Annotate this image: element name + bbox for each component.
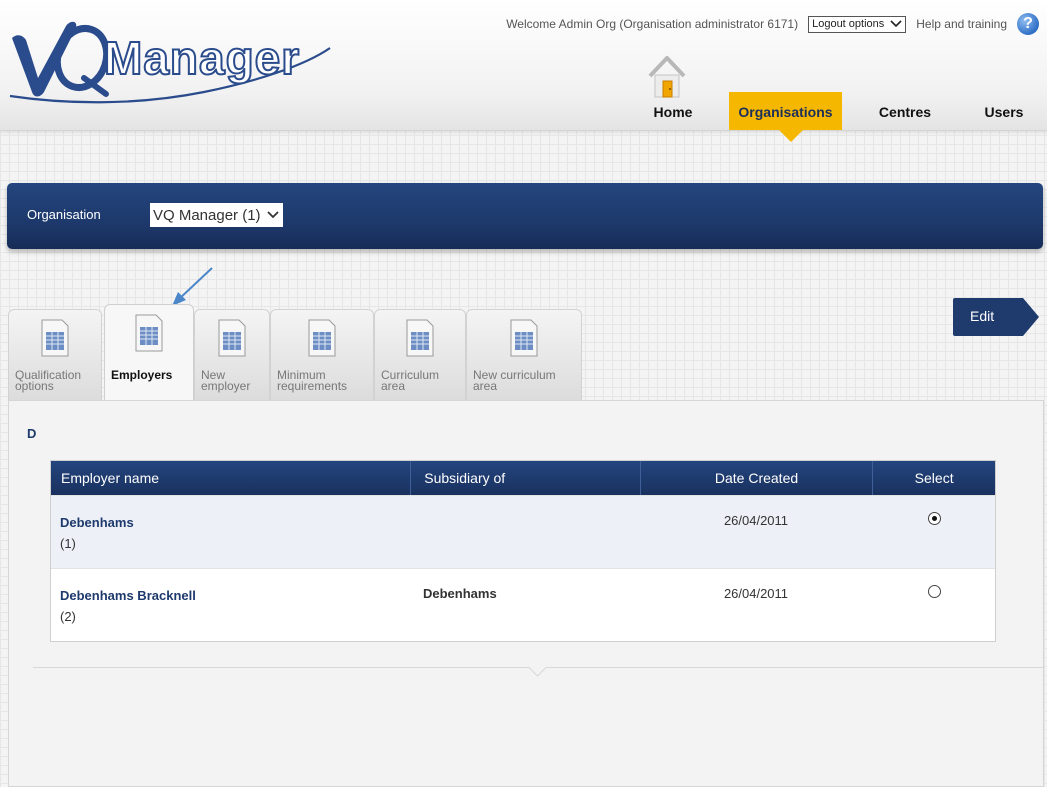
organisation-select[interactable]: VQ Manager (1): [150, 203, 283, 227]
tab-qualification-options[interactable]: Qualification options: [8, 309, 102, 400]
main-nav: Home Organisations Centres Users: [0, 92, 1047, 132]
date-created-value: 26/04/2011: [723, 586, 789, 601]
table-row[interactable]: Debenhams Bracknell (2) Debenhams 26/04/…: [51, 568, 995, 641]
tab-label-line1: Employers: [111, 368, 173, 382]
tab-label-line2: employer: [201, 379, 251, 393]
subsidiary-of-value: Debenhams: [423, 586, 497, 601]
nav-centres[interactable]: Centres: [866, 92, 944, 130]
letter-filter[interactable]: D: [27, 426, 36, 441]
edit-button-label: Edit: [970, 308, 995, 324]
employer-name-link[interactable]: Debenhams: [60, 515, 134, 530]
chevron-down-icon: [266, 211, 279, 219]
table-row[interactable]: Debenhams (1) 26/04/2011: [51, 495, 995, 568]
app-header: Manager Welcome Admin Org (Organisation …: [0, 0, 1047, 131]
tab-curriculum-area[interactable]: Curriculum area: [374, 309, 466, 400]
help-icon[interactable]: ?: [1017, 13, 1039, 35]
employer-name-link[interactable]: Debenhams Bracknell: [60, 588, 196, 603]
document-icon: [510, 319, 538, 357]
organisation-bar: Organisation VQ Manager (1): [7, 183, 1043, 249]
chevron-down-icon: [890, 20, 902, 28]
column-header-employer-name[interactable]: Employer name: [51, 461, 412, 495]
logout-options-label: Logout options: [812, 18, 885, 30]
tab-label-line2: area: [473, 379, 498, 393]
organisation-select-value: VQ Manager (1): [153, 206, 261, 224]
help-and-training-link[interactable]: Help and training: [916, 17, 1007, 31]
document-icon: [406, 319, 434, 357]
tab-label-line2: area: [381, 379, 406, 393]
document-icon: [41, 319, 69, 357]
tab-label-line2: requirements: [277, 379, 348, 393]
divider-notch: [528, 658, 547, 677]
column-header-select: Select: [914, 470, 954, 486]
employer-id: (2): [60, 609, 76, 624]
nav-users[interactable]: Users: [976, 92, 1032, 130]
tab-employers[interactable]: Employers: [104, 304, 194, 401]
column-header-subsidiary-of[interactable]: Subsidiary of: [411, 461, 641, 495]
employer-id: (1): [60, 536, 76, 551]
organisation-label: Organisation: [27, 207, 101, 222]
logout-options-select[interactable]: Logout options: [808, 15, 907, 33]
nav-home[interactable]: Home: [638, 92, 708, 130]
select-radio[interactable]: [928, 585, 941, 598]
date-created-value: 26/04/2011: [723, 513, 789, 528]
document-icon: [308, 319, 336, 357]
document-icon: [218, 319, 246, 357]
active-nav-indicator: [779, 130, 803, 142]
table-header: Employer name Subsidiary of Date Created…: [51, 461, 995, 495]
tab-new-curriculum-area[interactable]: New curriculum area: [466, 309, 582, 400]
welcome-text: Welcome Admin Org (Organisation administ…: [506, 17, 799, 31]
column-header-date-created[interactable]: Date Created: [641, 461, 874, 495]
tab-label-line2: options: [15, 379, 54, 393]
top-utility-bar: Welcome Admin Org (Organisation administ…: [506, 12, 1039, 36]
svg-text:Manager: Manager: [104, 32, 300, 84]
tab-minimum-requirements[interactable]: Minimum requirements: [270, 309, 374, 400]
select-radio[interactable]: [928, 512, 941, 525]
edit-button[interactable]: [953, 298, 1039, 336]
nav-organisations[interactable]: Organisations: [729, 92, 842, 130]
content-panel: D Employer name Subsidiary of Date Creat…: [8, 400, 1044, 787]
tab-new-employer[interactable]: New employer: [194, 309, 270, 400]
employers-table: Employer name Subsidiary of Date Created…: [50, 460, 996, 642]
document-icon: [135, 314, 163, 352]
